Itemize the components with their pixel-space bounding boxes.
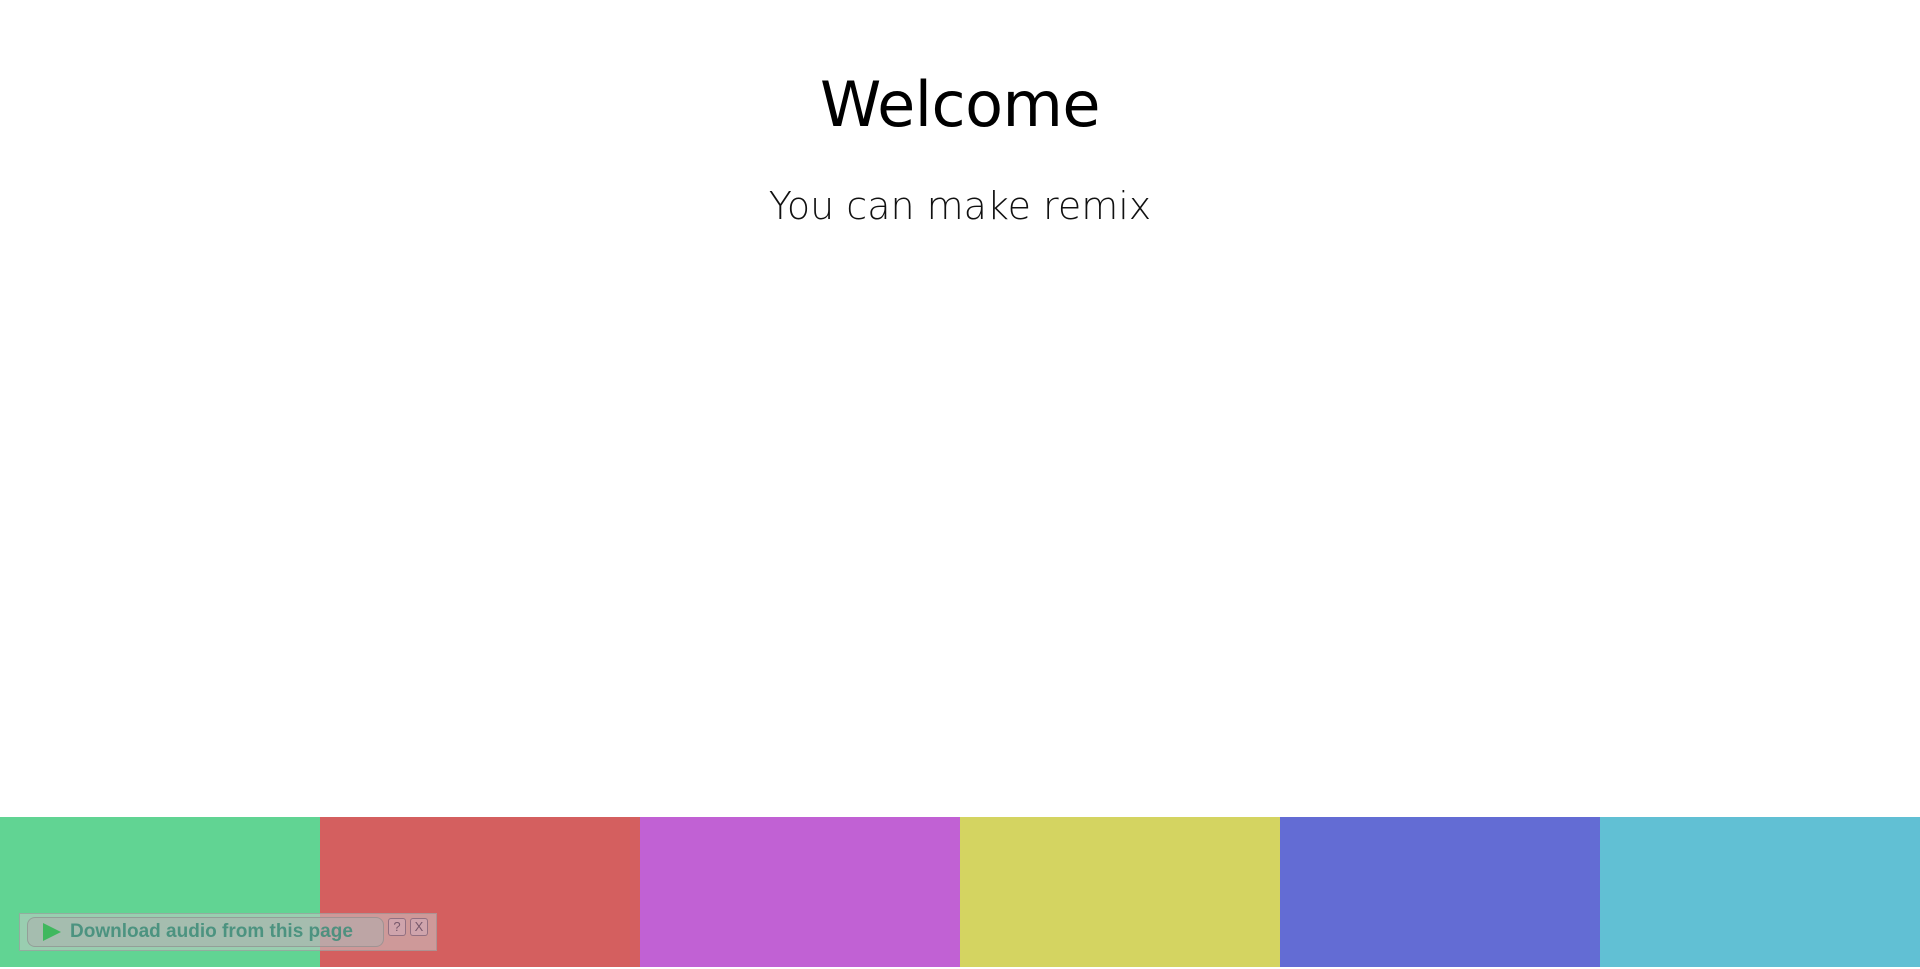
- page-title: Welcome: [819, 68, 1101, 141]
- page-subtitle: You can make remix: [768, 184, 1152, 228]
- close-button[interactable]: X: [410, 918, 428, 936]
- color-block-blue[interactable]: [1280, 817, 1600, 967]
- color-block-cyan[interactable]: [1600, 817, 1920, 967]
- page: Welcome You can make remix Download audi…: [0, 0, 1920, 969]
- download-audio-button[interactable]: Download audio from this page: [27, 917, 384, 947]
- color-block-yellow[interactable]: [960, 817, 1280, 967]
- play-icon: [43, 923, 61, 941]
- download-audio-widget: Download audio from this page ? X: [19, 913, 437, 951]
- color-block-purple[interactable]: [640, 817, 960, 967]
- help-button[interactable]: ?: [388, 918, 406, 936]
- download-audio-label: Download audio from this page: [70, 921, 353, 942]
